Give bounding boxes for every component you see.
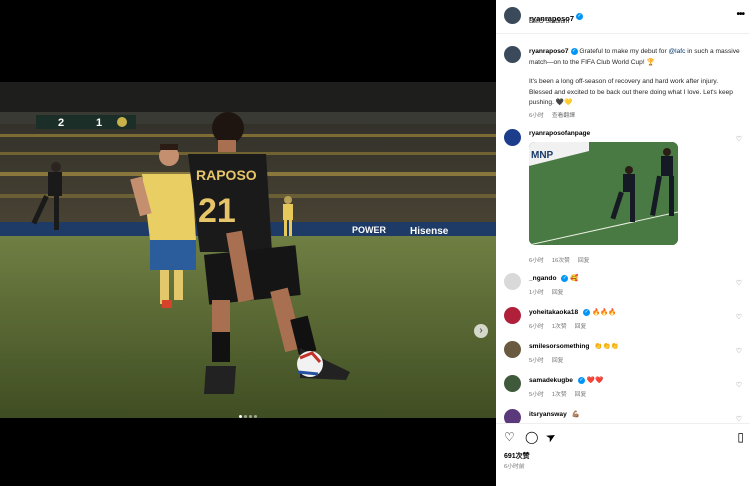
comment-time: 1小时 bbox=[529, 290, 544, 296]
comment-likes[interactable]: 16次赞 bbox=[552, 258, 570, 264]
post-photo[interactable]: 2 1 POWER Hisense RAPOSO 21 › bbox=[0, 82, 496, 418]
comment-time: 5小时 bbox=[529, 358, 544, 364]
save-icon[interactable]: ▯ bbox=[737, 430, 744, 444]
comment-item: samadekugbe ✓ ❤️❤️ 5小时 1次赞 回复 ♡ bbox=[504, 375, 744, 401]
see-translation-button[interactable]: 查看翻譯 bbox=[552, 113, 575, 119]
reply-button[interactable]: 回复 bbox=[575, 392, 587, 398]
like-comment-icon[interactable]: ♡ bbox=[736, 347, 742, 355]
comment-avatar[interactable] bbox=[504, 375, 521, 392]
post-actions-bar: ♡ ◯ ➤ ▯ 691次赞 6小时前 bbox=[496, 423, 750, 486]
like-comment-icon[interactable]: ♡ bbox=[736, 135, 742, 143]
comment-body: smilesorsomething 👏👏👏 5小时 回复 bbox=[529, 342, 729, 364]
like-comment-icon[interactable]: ♡ bbox=[736, 313, 742, 321]
author-avatar[interactable] bbox=[504, 7, 521, 24]
comment-text: 👏👏👏 bbox=[594, 343, 619, 350]
comment-item: ryanraposofanpage MNP 6小时 16次赞 回复 ♡ bbox=[504, 129, 744, 265]
verified-badge-icon: ✓ bbox=[570, 47, 578, 55]
comment-icon[interactable]: ◯ bbox=[525, 430, 538, 444]
comment-time: 5小时 bbox=[529, 392, 544, 398]
comment-item: smilesorsomething 👏👏👏 5小时 回复 ♡ bbox=[504, 341, 744, 367]
comment-body: _ngando ✓ 🥰 1小时 回复 bbox=[529, 274, 729, 296]
comment-avatar[interactable] bbox=[504, 409, 521, 423]
comment-photo-text: MNP bbox=[531, 150, 554, 161]
comment-username[interactable]: smilesorsomething bbox=[529, 343, 589, 350]
comment-meta: 6小时 1次赞 回复 bbox=[529, 321, 729, 330]
like-comment-icon[interactable]: ♡ bbox=[736, 279, 742, 287]
comment-meta: 5小时 1次赞 回复 bbox=[529, 389, 729, 398]
reply-button[interactable]: 回复 bbox=[578, 258, 590, 264]
comment-time: 6小时 bbox=[529, 324, 544, 330]
comment-avatar[interactable] bbox=[504, 341, 521, 358]
ad-board-2: Hisense bbox=[410, 226, 449, 237]
comment-text: 🥰 bbox=[570, 275, 579, 282]
scoreboard-away: 1 bbox=[96, 117, 102, 129]
caption-meta: 6小时 查看翻譯 bbox=[529, 111, 742, 122]
carousel-dot-1[interactable] bbox=[239, 415, 242, 418]
caption-username[interactable]: ryanraposo7 bbox=[529, 48, 569, 55]
likes-count[interactable]: 691次赞 bbox=[504, 451, 530, 461]
comment-text: ❤️❤️ bbox=[586, 377, 604, 384]
caption-time: 6小时 bbox=[529, 112, 544, 119]
ad-board-1: POWER bbox=[352, 225, 387, 235]
comment-photo: MNP bbox=[529, 142, 678, 245]
carousel-dot-3[interactable] bbox=[249, 415, 252, 418]
post-time: 6小时前 bbox=[504, 464, 525, 470]
share-icon[interactable]: ➤ bbox=[543, 428, 559, 445]
post-info-panel: ryanraposo7 ✓ BMO Stadium ••• ryanraposo7… bbox=[496, 0, 750, 486]
reply-button[interactable]: 回复 bbox=[575, 324, 587, 330]
jersey-number: 21 bbox=[198, 192, 236, 230]
jersey-name: RAPOSO bbox=[196, 167, 257, 183]
post-header: ryanraposo7 ✓ BMO Stadium ••• bbox=[496, 0, 750, 34]
comment-item: _ngando ✓ 🥰 1小时 回复 ♡ bbox=[504, 273, 744, 299]
comment-likes[interactable]: 1次赞 bbox=[552, 324, 567, 330]
comment-avatar[interactable] bbox=[504, 307, 521, 324]
caption-body: ryanraposo7 ✓ Grateful to make my debut f… bbox=[529, 47, 742, 121]
like-comment-icon[interactable]: ♡ bbox=[736, 381, 742, 389]
verified-badge-icon: ✓ bbox=[561, 274, 569, 282]
comments-list[interactable]: ryanraposo7 ✓ Grateful to make my debut f… bbox=[496, 35, 750, 423]
comment-text: 💪🏽 bbox=[571, 411, 580, 418]
comment-image[interactable]: MNP bbox=[529, 142, 678, 245]
carousel-dot-4[interactable] bbox=[254, 415, 257, 418]
comment-text: 🔥🔥🔥 bbox=[591, 309, 617, 316]
soccer-photo: 2 1 POWER Hisense RAPOSO 21 bbox=[0, 82, 496, 418]
carousel-dot-2[interactable] bbox=[244, 415, 247, 418]
comment-avatar[interactable] bbox=[504, 129, 521, 146]
carousel-dots bbox=[0, 405, 496, 423]
comment-meta: 6小时 16次赞 回复 bbox=[529, 255, 597, 264]
comment-likes[interactable]: 1次赞 bbox=[552, 392, 567, 398]
caption-paragraph-2: It's been a long off-season of recovery … bbox=[529, 78, 733, 106]
comment-username[interactable]: itsryansway bbox=[529, 411, 567, 418]
caption-avatar[interactable] bbox=[504, 46, 521, 63]
comment-body: itsryansway 💪🏽 bbox=[529, 410, 729, 418]
more-options-icon[interactable]: ••• bbox=[736, 9, 744, 20]
comment-meta: 5小时 回复 bbox=[529, 355, 729, 364]
comment-username[interactable]: ryanraposofanpage bbox=[529, 130, 590, 137]
post-media-panel: 2 1 POWER Hisense RAPOSO 21 › bbox=[0, 0, 496, 486]
comment-avatar[interactable] bbox=[504, 273, 521, 290]
like-comment-icon[interactable]: ♡ bbox=[736, 415, 742, 423]
carousel-next-button[interactable]: › bbox=[474, 324, 488, 338]
comment-item: yoheitakaoka18 ✓ 🔥🔥🔥 6小时 1次赞 回复 ♡ bbox=[504, 307, 744, 333]
post-location[interactable]: BMO Stadium bbox=[529, 18, 569, 25]
instagram-post-modal: 2 1 POWER Hisense RAPOSO 21 › ryanraposo… bbox=[0, 0, 750, 486]
verified-badge-icon: ✓ bbox=[576, 13, 584, 21]
verified-badge-icon: ✓ bbox=[577, 376, 585, 384]
comment-time: 6小时 bbox=[529, 258, 544, 264]
scoreboard-home: 2 bbox=[58, 117, 64, 129]
reply-button[interactable]: 回复 bbox=[552, 290, 564, 296]
comment-body: ryanraposofanpage bbox=[529, 130, 729, 137]
caption-mention-link[interactable]: @lafc bbox=[668, 48, 685, 55]
comment-username[interactable]: yoheitakaoka18 bbox=[529, 309, 578, 316]
comment-item: itsryansway 💪🏽 ♡ bbox=[504, 409, 744, 423]
comment-username[interactable]: _ngando bbox=[529, 275, 556, 282]
reply-button[interactable]: 回复 bbox=[552, 358, 564, 364]
like-icon[interactable]: ♡ bbox=[504, 430, 515, 444]
comment-body: yoheitakaoka18 ✓ 🔥🔥🔥 6小时 1次赞 回复 bbox=[529, 308, 729, 330]
caption-text-1: Grateful to make my debut for bbox=[577, 48, 669, 55]
comment-username[interactable]: samadekugbe bbox=[529, 377, 573, 384]
comment-meta: 1小时 回复 bbox=[529, 287, 729, 296]
comment-body: samadekugbe ✓ ❤️❤️ 5小时 1次赞 回复 bbox=[529, 376, 729, 398]
verified-badge-icon: ✓ bbox=[583, 308, 591, 316]
